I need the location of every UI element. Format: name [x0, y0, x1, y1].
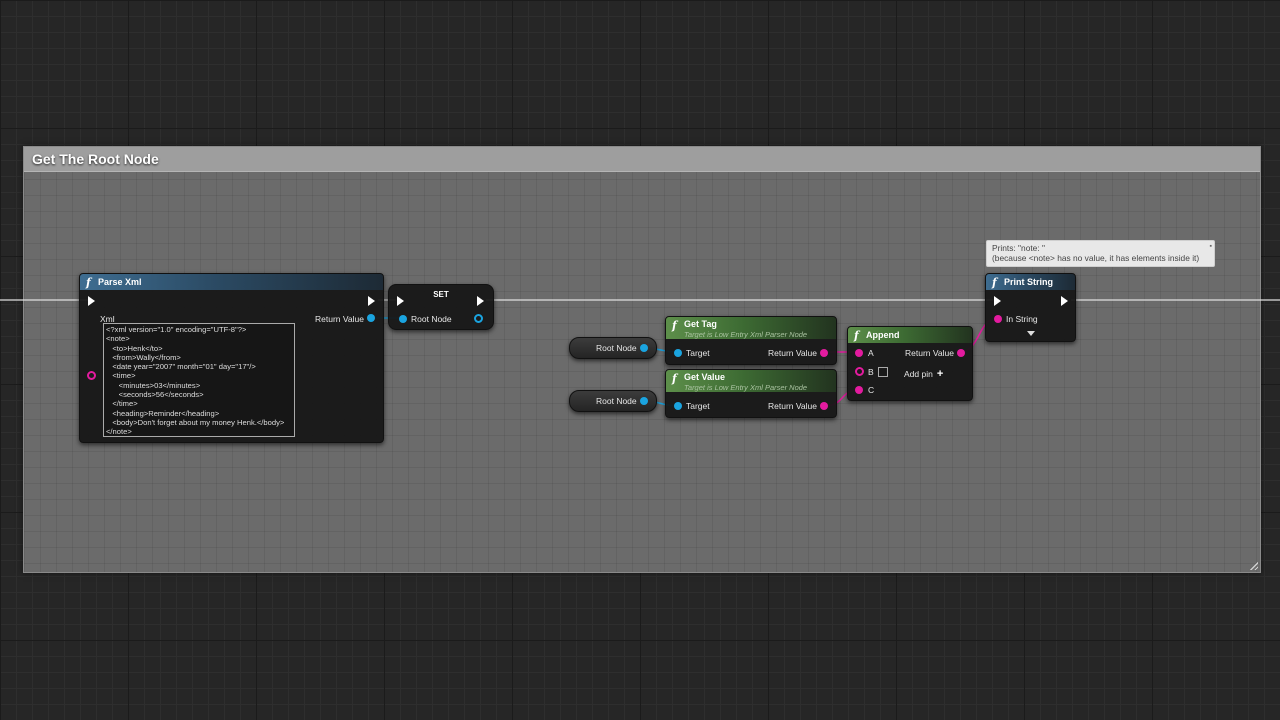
get-value-return-label: Return Value — [768, 401, 817, 411]
expand-arrow-icon[interactable] — [1027, 331, 1035, 336]
get-tag-header[interactable]: f Get Tag Target is Low Entry Xml Parser… — [666, 317, 836, 339]
parse-xml-title: Parse Xml — [98, 277, 142, 287]
print-string-node[interactable]: f Print String In String — [985, 273, 1076, 342]
root-node-variable-1[interactable]: Root Node — [569, 337, 657, 359]
parse-xml-header[interactable]: f Parse Xml — [80, 274, 383, 290]
function-icon: f — [86, 276, 91, 289]
append-return-pin[interactable] — [957, 349, 965, 357]
set-node[interactable]: SET Root Node — [388, 284, 494, 330]
get-value-node[interactable]: f Get Value Target is Low Entry Xml Pars… — [665, 369, 837, 418]
get-value-header[interactable]: f Get Value Target is Low Entry Xml Pars… — [666, 370, 836, 392]
get-value-target-label: Target — [686, 401, 710, 411]
set-exec-in-pin[interactable] — [397, 296, 404, 306]
return-value-pin[interactable] — [367, 314, 375, 322]
append-b-pin[interactable] — [855, 367, 864, 376]
get-tag-title: Get Tag — [684, 319, 717, 329]
get-tag-target-pin[interactable] — [674, 349, 682, 357]
print-exec-in-pin[interactable] — [994, 296, 1001, 306]
set-root-node-input-pin[interactable] — [399, 315, 407, 323]
root-node-variable-label: Root Node — [596, 396, 637, 406]
root-node-variable-pin[interactable] — [640, 397, 648, 405]
return-value-label: Return Value — [315, 314, 364, 324]
append-a-label: A — [868, 348, 874, 358]
in-string-label: In String — [1006, 314, 1038, 324]
get-tag-return-label: Return Value — [768, 348, 817, 358]
append-title: Append — [866, 330, 900, 340]
append-b-input[interactable] — [878, 367, 888, 377]
append-c-label: C — [868, 385, 875, 395]
append-return-label: Return Value — [905, 348, 954, 358]
exec-out-pin[interactable] — [368, 296, 375, 306]
comment-line-1: Prints: "note: " — [992, 243, 1045, 253]
append-header[interactable]: f Append — [848, 327, 972, 343]
print-exec-out-pin[interactable] — [1061, 296, 1068, 306]
function-icon: f — [672, 319, 677, 332]
get-tag-target-label: Target — [686, 348, 710, 358]
get-value-title: Get Value — [684, 372, 726, 382]
pin-comment-icon[interactable]: ▪ — [1210, 242, 1212, 252]
function-icon: f — [992, 276, 997, 289]
in-string-pin[interactable] — [994, 315, 1002, 323]
xml-input-field[interactable]: <?xml version="1.0" encoding="UTF-8"?> <… — [103, 323, 295, 437]
add-pin-button[interactable]: Add pin + — [904, 368, 943, 380]
get-value-subtitle: Target is Low Entry Xml Parser Node — [684, 383, 808, 392]
function-icon: f — [672, 372, 677, 385]
comment-line-2: (because <note> has no value, it has ele… — [992, 253, 1200, 263]
add-pin-label: Add pin — [904, 369, 933, 379]
blueprint-graph[interactable]: Get The Root Node f Parse Xml Xml <?xml … — [0, 0, 1280, 720]
append-a-pin[interactable] — [855, 349, 863, 357]
plus-icon: + — [936, 368, 944, 380]
parse-xml-node[interactable]: f Parse Xml Xml <?xml version="1.0" enco… — [79, 273, 384, 443]
exec-in-pin[interactable] — [88, 296, 95, 306]
set-root-node-label: Root Node — [411, 314, 452, 324]
get-value-target-pin[interactable] — [674, 402, 682, 410]
function-icon: f — [854, 329, 859, 342]
comment-title[interactable]: Get The Root Node — [24, 147, 1260, 172]
root-node-variable-pin[interactable] — [640, 344, 648, 352]
set-root-node-output-pin[interactable] — [474, 314, 483, 323]
get-tag-node[interactable]: f Get Tag Target is Low Entry Xml Parser… — [665, 316, 837, 365]
append-b-label: B — [868, 367, 874, 377]
get-tag-return-pin[interactable] — [820, 349, 828, 357]
append-node[interactable]: f Append A B C Return Value Add pin + — [847, 326, 973, 401]
root-node-variable-2[interactable]: Root Node — [569, 390, 657, 412]
get-tag-subtitle: Target is Low Entry Xml Parser Node — [684, 330, 808, 339]
get-value-return-pin[interactable] — [820, 402, 828, 410]
xml-input-pin[interactable] — [87, 371, 96, 380]
comment-resize-grip[interactable] — [1249, 561, 1258, 570]
print-string-title: Print String — [1004, 277, 1053, 287]
append-c-pin[interactable] — [855, 386, 863, 394]
print-string-header[interactable]: f Print String — [986, 274, 1075, 290]
set-exec-out-pin[interactable] — [477, 296, 484, 306]
node-comment-bubble[interactable]: Prints: "note: " (because <note> has no … — [986, 240, 1215, 267]
root-node-variable-label: Root Node — [596, 343, 637, 353]
